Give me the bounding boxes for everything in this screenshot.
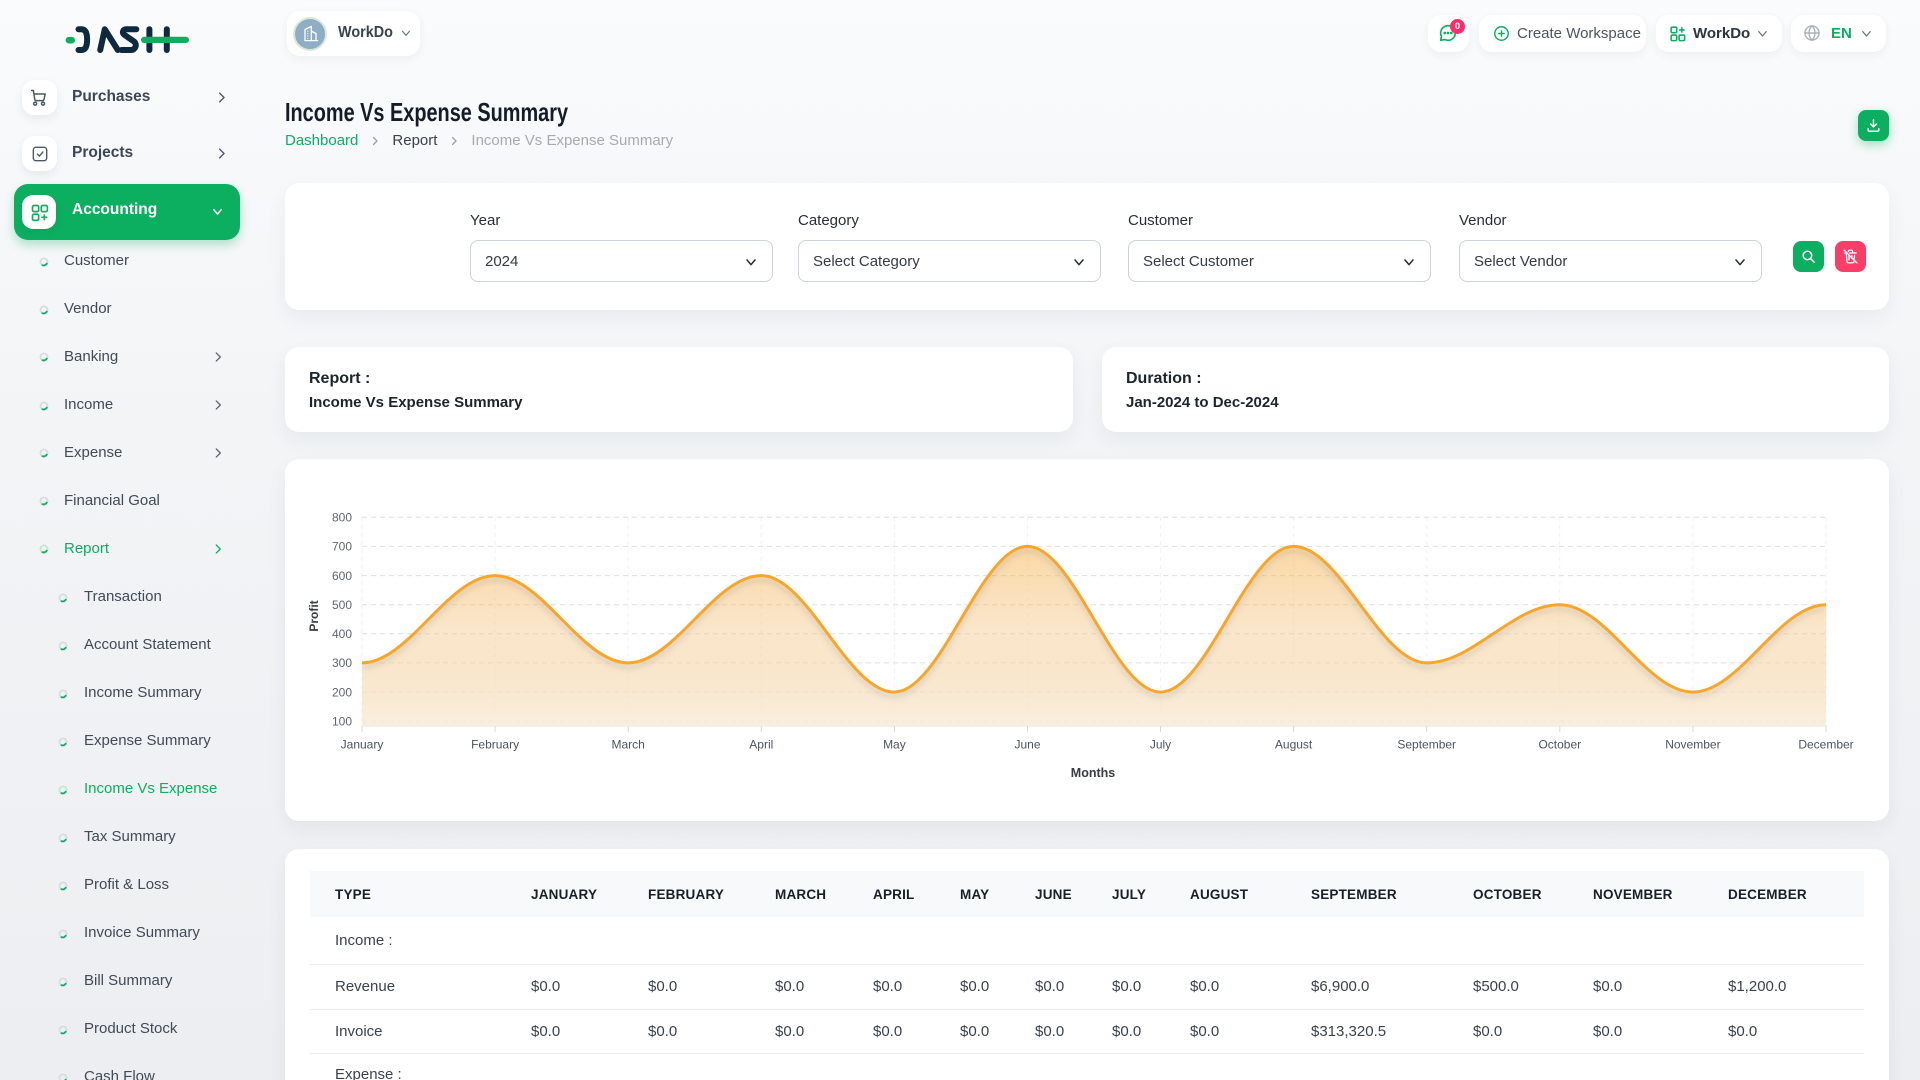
svg-text:September: September [1397,738,1456,752]
svg-text:March: March [612,738,645,752]
svg-text:300: 300 [332,656,352,670]
svg-text:600: 600 [332,569,352,583]
svg-text:400: 400 [332,627,352,641]
svg-text:April: April [749,738,773,752]
svg-text:100: 100 [332,714,352,728]
svg-text:800: 800 [332,511,352,525]
svg-text:July: July [1150,738,1171,752]
svg-text:August: August [1275,738,1313,752]
svg-text:December: December [1798,738,1853,752]
svg-text:October: October [1538,738,1581,752]
svg-text:500: 500 [332,598,352,612]
svg-text:May: May [883,738,906,752]
svg-text:January: January [341,738,384,752]
svg-text:June: June [1014,738,1040,752]
svg-text:February: February [471,738,519,752]
svg-text:Profit: Profit [307,600,321,631]
svg-text:November: November [1665,738,1720,752]
svg-text:700: 700 [332,540,352,554]
svg-text:200: 200 [332,685,352,699]
svg-text:Months: Months [1071,766,1115,780]
